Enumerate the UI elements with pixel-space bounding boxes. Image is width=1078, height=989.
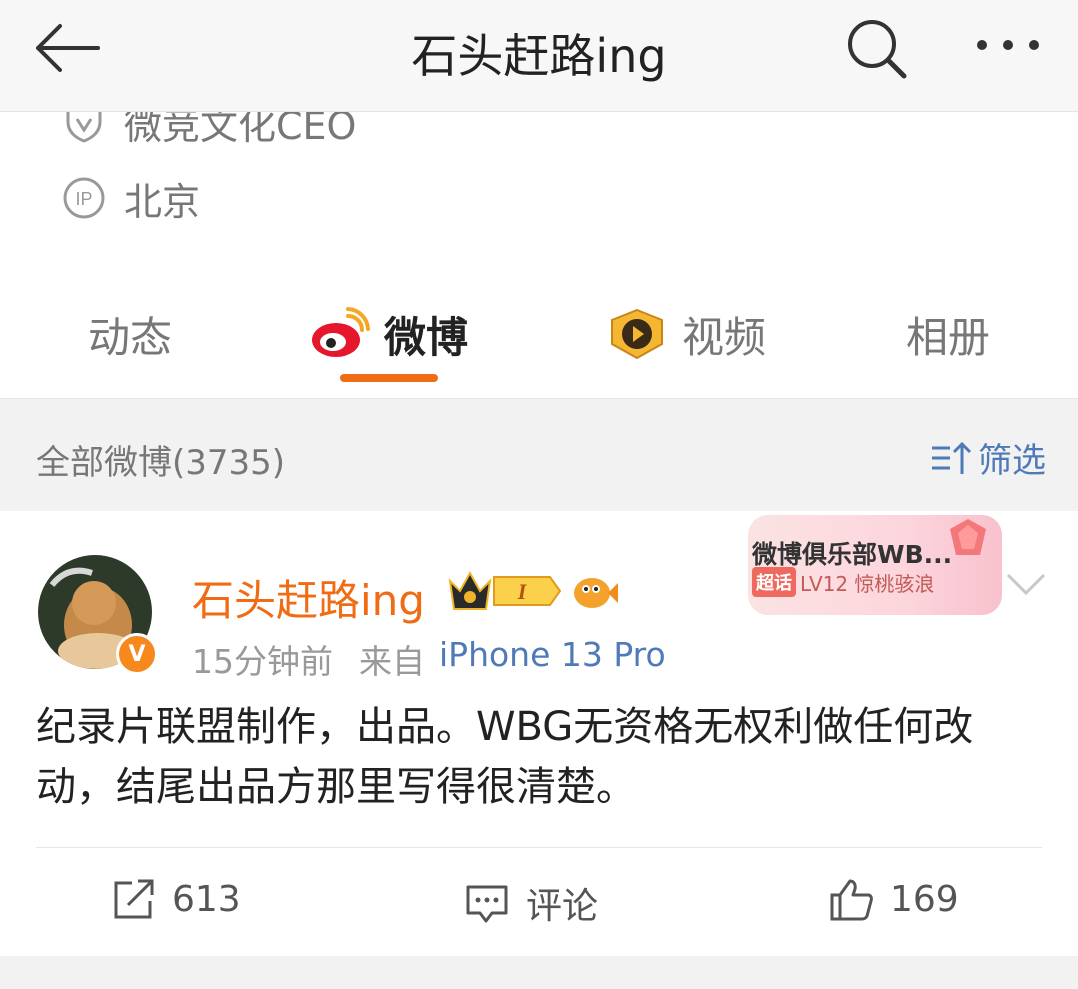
like-button[interactable]: 169	[828, 877, 959, 921]
verified-badge-icon: V	[116, 633, 158, 675]
post-from-label: 来自	[359, 642, 425, 681]
filter-label: 筛选	[978, 441, 1046, 481]
repost-button[interactable]: 613	[110, 877, 241, 921]
post-source-device[interactable]: iPhone 13 Pro	[439, 635, 666, 683]
fish-badge-icon[interactable]	[572, 569, 618, 613]
top-bar: 石头赶路ing	[0, 0, 1078, 112]
filter-button[interactable]: 筛选	[930, 433, 1046, 482]
tab-label: 视频	[682, 312, 767, 362]
verified-shield-icon	[66, 112, 102, 143]
post-username[interactable]: 石头赶路ing	[192, 567, 425, 628]
crown-vip-badge-icon[interactable]: I	[446, 567, 566, 615]
ip-location-icon: IP	[63, 177, 105, 219]
page-title: 石头赶路ing	[411, 29, 667, 83]
company-row: 微竞文化CEO	[62, 112, 356, 152]
feed-separator	[0, 956, 1078, 989]
like-count: 169	[890, 878, 959, 920]
location-text: 北京	[124, 179, 201, 224]
tab-label: 微博	[384, 312, 469, 362]
post-meta: 15分钟前 来自 iPhone 13 Pro	[192, 635, 666, 683]
super-topic-tag: 超话	[752, 567, 796, 597]
profile-tabs: 动态 微博 视频 相册	[0, 284, 1078, 398]
club-tag-row: 超话 LV12 惊桃骇浪	[752, 567, 934, 597]
active-tab-indicator	[340, 374, 438, 382]
comment-label: 评论	[526, 886, 599, 927]
tab-label: 相册	[906, 312, 991, 362]
club-level: LV12 惊桃骇浪	[800, 571, 935, 596]
post-body-text: 纪录片联盟制作，出品。WBG无资格无权利做任何改动，结尾出品方那里写得很清楚。	[36, 704, 974, 810]
post-actions: 613 评论 169	[0, 867, 1078, 943]
all-posts-count: 全部微博(3735)	[36, 443, 286, 483]
chevron-down-icon[interactable]	[1004, 569, 1048, 599]
tab-album[interactable]: 相册	[906, 304, 990, 364]
svg-text:I: I	[517, 579, 528, 604]
tab-weibo[interactable]: 微博	[308, 304, 468, 364]
repost-icon	[114, 879, 154, 919]
comment-button[interactable]: 评论	[464, 877, 598, 929]
filter-icon	[932, 441, 972, 474]
super-topic-club-card[interactable]: 微博俱乐部WB... 超话 LV12 惊桃骇浪	[748, 515, 1002, 615]
weibo-logo-icon	[312, 307, 370, 357]
tab-video[interactable]: 视频	[606, 304, 766, 364]
video-logo-icon	[611, 308, 663, 360]
comment-icon	[466, 885, 508, 923]
ip-row: IP 北京	[62, 168, 200, 228]
club-name: 微博俱乐部WB...	[752, 540, 953, 569]
more-dots-icon[interactable]	[968, 20, 1048, 70]
company-text: 微竞文化CEO	[124, 112, 357, 148]
post-card[interactable]: V 石头赶路ing I 15分钟前 来自 iPhone 13 Pro 微博俱乐部…	[0, 511, 1078, 956]
repost-count: 613	[172, 878, 241, 920]
gem-icon	[950, 519, 986, 555]
tab-label: 动态	[88, 312, 173, 362]
tab-dongtai[interactable]: 动态	[88, 304, 172, 364]
thumbs-up-icon	[830, 879, 873, 921]
post-time: 15分钟前	[192, 642, 333, 681]
svg-text:IP: IP	[75, 189, 92, 209]
divider	[36, 847, 1042, 848]
filter-bar: 全部微博(3735) 筛选	[0, 398, 1078, 511]
search-icon[interactable]	[842, 16, 912, 80]
